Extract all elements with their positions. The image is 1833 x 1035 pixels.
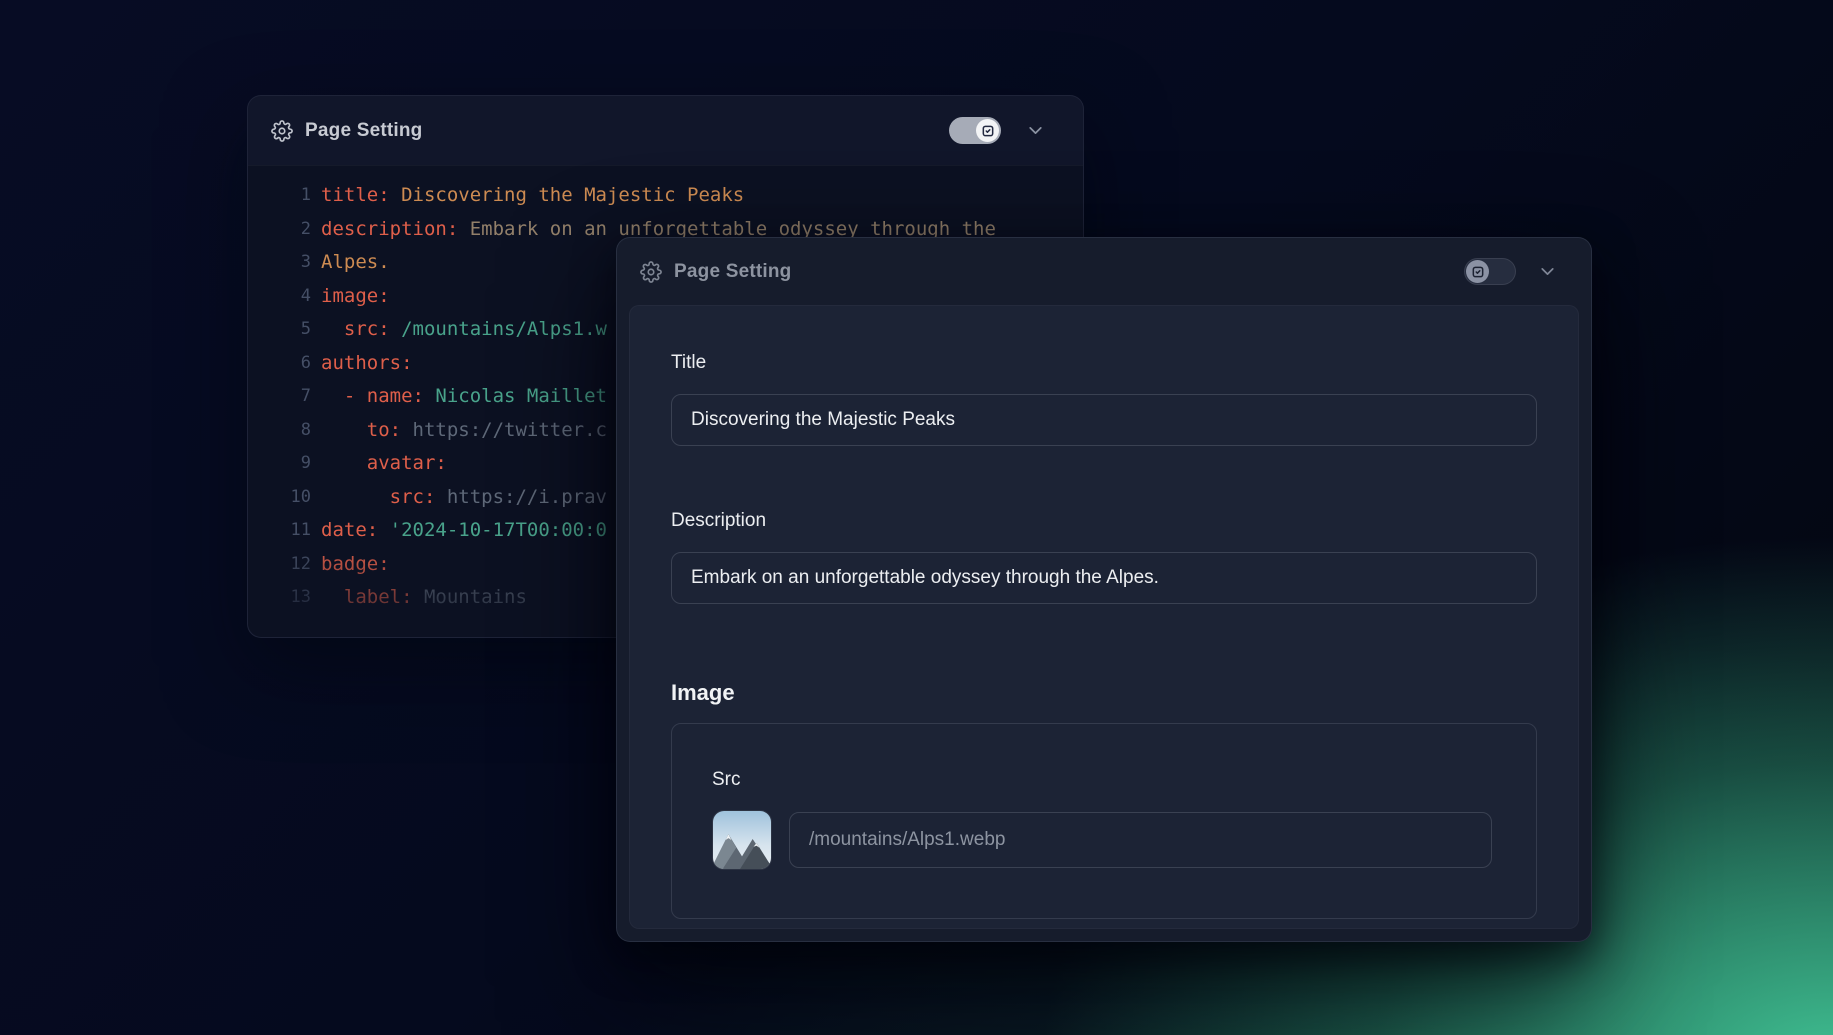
view-mode-toggle[interactable] [1464,258,1516,285]
toggle-knob [976,119,999,142]
line-number: 7 [248,380,311,414]
panel-title: Page Setting [674,261,791,283]
line-number: 8 [248,414,311,448]
line-number: 5 [248,313,311,347]
desktop-background: Page Setting 1title: Discovering the Maj… [0,0,1833,1035]
page-setting-form: Title Description Image Src [629,305,1579,929]
code-text: src: /mountains/Alps1.w [311,313,607,347]
title-input[interactable] [671,394,1537,446]
title-field-label: Title [671,352,1537,374]
checkbox-icon [1471,265,1485,279]
code-text: title: Discovering the Majestic Peaks [311,179,744,213]
line-number: 2 [248,213,311,247]
src-row [712,810,1492,870]
code-text: avatar: [311,447,447,481]
image-section-heading: Image [671,680,1537,706]
checkbox-icon [981,124,995,138]
line-number: 13 [248,581,311,615]
image-settings-group: Src [671,723,1537,919]
line-number: 1 [248,179,311,213]
code-text: image: [311,280,390,314]
chevron-down-icon [1537,261,1558,282]
line-number: 12 [248,548,311,582]
line-number: 6 [248,347,311,381]
src-field-label: Src [712,769,1492,791]
view-mode-toggle[interactable] [949,117,1001,144]
line-number: 10 [248,481,311,515]
line-number: 4 [248,280,311,314]
gear-icon [640,261,662,283]
code-text: date: '2024-10-17T00:00:0 [311,514,607,548]
code-line[interactable]: 1title: Discovering the Majestic Peaks [248,179,1083,213]
code-text: to: https://twitter.c [311,414,607,448]
code-text: Alpes. [311,246,390,280]
code-text: badge: [311,548,390,582]
collapse-button[interactable] [1536,261,1558,283]
panel-title: Page Setting [305,120,422,142]
line-number: 3 [248,246,311,280]
toggle-knob [1466,260,1489,283]
gear-icon [271,120,293,142]
collapse-button[interactable] [1024,120,1046,142]
image-thumbnail [712,810,772,870]
form-panel-header: Page Setting [617,238,1591,305]
image-src-input[interactable] [789,812,1492,868]
description-input[interactable] [671,552,1537,604]
page-setting-form-panel: Page Setting Title Description Image Src [616,237,1592,942]
code-panel-header: Page Setting [248,96,1083,165]
chevron-down-icon [1025,120,1046,141]
code-text: - name: Nicolas Maillet [311,380,607,414]
line-number: 9 [248,447,311,481]
line-number: 11 [248,514,311,548]
description-field-label: Description [671,510,1537,532]
code-text: label: Mountains [311,581,527,615]
code-text: authors: [311,347,413,381]
code-text: src: https://i.prav [311,481,607,515]
